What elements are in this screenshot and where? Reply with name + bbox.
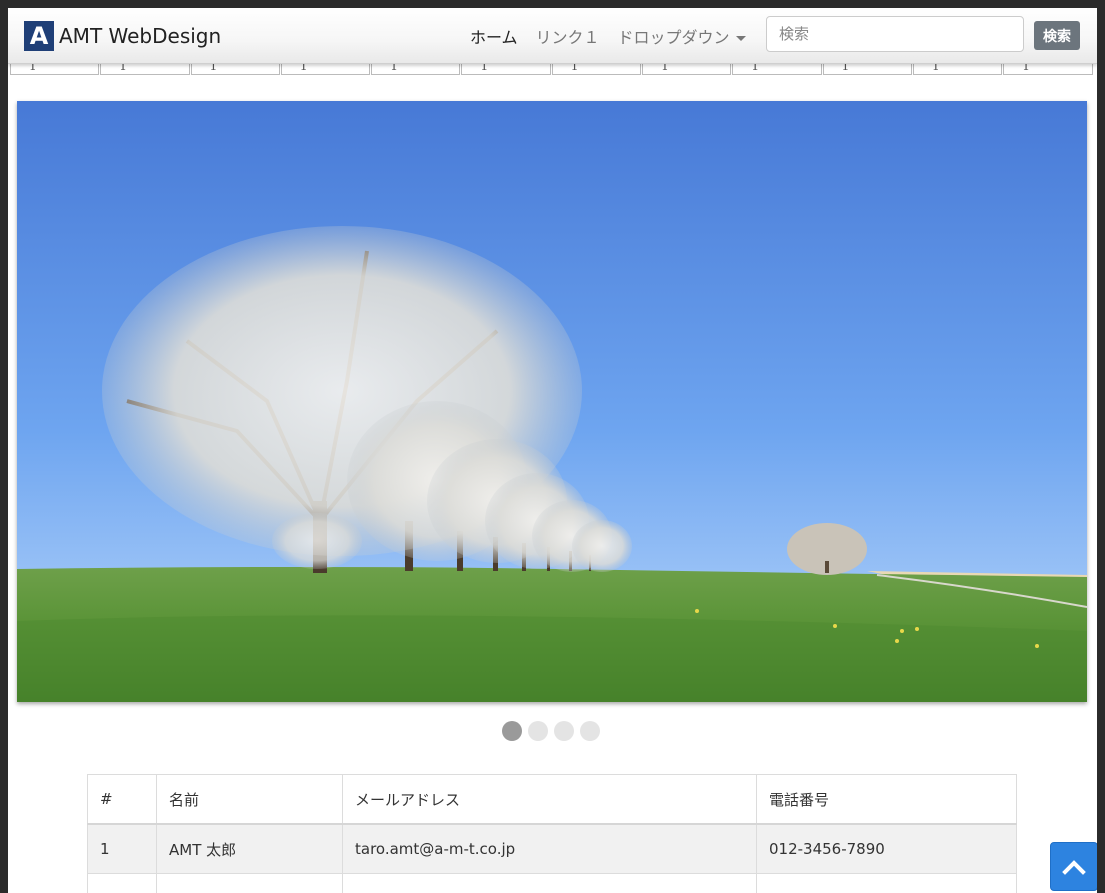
search-input[interactable] [766, 16, 1024, 52]
table-cell: 1 [642, 63, 732, 75]
brand-link[interactable]: A AMT WebDesign [24, 21, 221, 51]
chevron-up-icon [1062, 859, 1086, 875]
table-row: 1 AMT 太郎 taro.amt@a-m-t.co.jp 012-3456-7… [87, 823, 1017, 874]
carousel-indicator[interactable] [554, 721, 574, 741]
search-button[interactable]: 検索 [1034, 21, 1080, 50]
table-cell: 1 [1003, 63, 1093, 75]
column-header-phone: 電話番号 [756, 774, 1017, 825]
table-cell: 1 [280, 63, 371, 75]
navbar: A AMT WebDesign ホーム リンク１ ドロップダウン 検索 [8, 8, 1097, 64]
table-cell: 1 [732, 63, 822, 75]
carousel-slide-image[interactable] [17, 101, 1087, 702]
carousel-indicator[interactable] [528, 721, 548, 741]
cell-row: 1 1 1 1 1 1 1 1 1 1 1 1 [10, 63, 1094, 76]
table-cell: 1 [461, 63, 551, 75]
column-header-email: メールアドレス [342, 774, 757, 825]
cell-name [156, 873, 343, 893]
nav-item-dropdown[interactable]: ドロップダウン [618, 24, 746, 48]
cell-number [87, 873, 157, 893]
column-header-name: 名前 [156, 774, 343, 825]
cell-phone [756, 873, 1017, 893]
table-cell: 1 [912, 63, 1003, 75]
table-cell: 1 [371, 63, 461, 75]
column-header-number: # [87, 774, 157, 825]
contact-table: # 名前 メールアドレス 電話番号 1 AMT 太郎 taro.amt@a-m-… [87, 774, 1017, 893]
cell-name: AMT 太郎 [156, 823, 343, 874]
table-cell: 1 [822, 63, 912, 75]
cell-email [342, 873, 757, 893]
page-frame: A AMT WebDesign ホーム リンク１ ドロップダウン 検索 1 1 … [8, 8, 1097, 893]
nav-item-home[interactable]: ホーム [470, 24, 518, 48]
table-cell: 1 [190, 63, 280, 75]
table-cell: 1 [10, 63, 100, 75]
table-header-row: # 名前 メールアドレス 電話番号 [87, 774, 1017, 825]
nav-menu: ホーム リンク１ ドロップダウン [470, 25, 764, 47]
brand-name: AMT WebDesign [59, 24, 222, 48]
carousel-indicators [502, 721, 606, 741]
scroll-to-top-button[interactable] [1050, 842, 1097, 891]
carousel-indicator[interactable] [580, 721, 600, 741]
caret-down-icon [735, 36, 746, 41]
nav-dropdown-label: ドロップダウン [617, 28, 730, 47]
cell-phone: 012-3456-7890 [756, 823, 1017, 874]
table-row [87, 873, 1017, 893]
table-cell: 1 [551, 63, 642, 75]
table-cell: 1 [100, 63, 190, 75]
cell-email: taro.amt@a-m-t.co.jp [342, 823, 757, 874]
cell-number: 1 [87, 823, 157, 874]
carousel-indicator[interactable] [502, 721, 522, 741]
brand-logo-icon: A [24, 21, 54, 51]
nav-item-link1[interactable]: リンク１ [536, 24, 600, 48]
